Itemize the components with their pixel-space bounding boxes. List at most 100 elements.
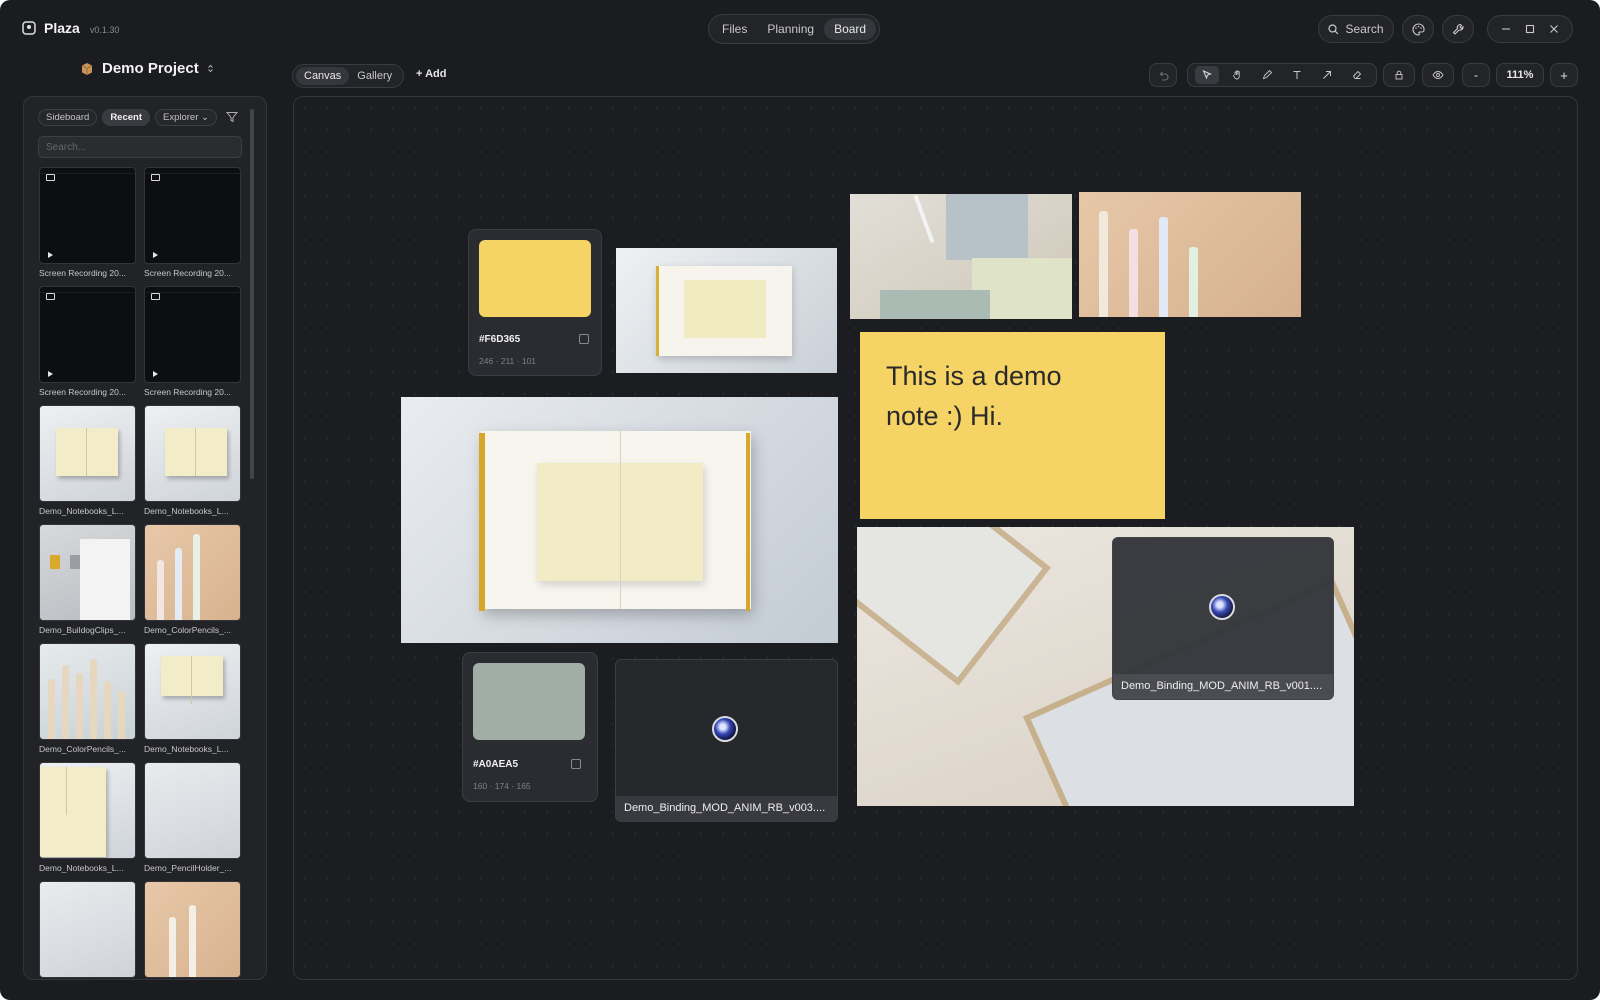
asset-item[interactable]: Demo_BuildogClips_... xyxy=(39,524,136,643)
close-icon[interactable] xyxy=(1549,24,1559,34)
recording-thumbnail xyxy=(39,167,136,264)
swatch-hex: #F6D365 xyxy=(479,334,521,345)
color-swatch xyxy=(479,240,591,317)
asset-label: Demo_ColorPencils_... xyxy=(144,625,231,635)
wrench-icon xyxy=(1452,23,1464,35)
tab-recent[interactable]: Recent xyxy=(102,109,150,126)
note-line-2: note :) Hi. xyxy=(886,401,1004,431)
lock-button[interactable] xyxy=(1383,63,1415,87)
undo-button[interactable] xyxy=(1149,63,1177,87)
open-notebook-image[interactable] xyxy=(401,397,838,643)
tab-files[interactable]: Files xyxy=(712,18,757,40)
film-icon xyxy=(151,293,160,300)
notebook-thumbnail xyxy=(144,643,241,740)
asset-label: Demo_Notebooks_L... xyxy=(144,744,229,754)
asset-item[interactable]: Screen Recording 20... xyxy=(39,167,136,286)
plaza-logo-icon xyxy=(22,21,36,35)
video-card[interactable]: Demo_Binding_MOD_ANIM_RB_v001.... xyxy=(1112,537,1334,700)
notebook-image[interactable] xyxy=(616,248,837,373)
notebook-thumbnail xyxy=(39,762,136,859)
asset-label: Demo_Notebooks_L... xyxy=(39,506,124,516)
sidebar-scrollbar[interactable] xyxy=(250,109,254,479)
asset-item[interactable]: Demo_PencilHolder_... xyxy=(144,762,241,881)
asset-item[interactable]: Demo_Notebooks_L... xyxy=(39,405,136,524)
copy-icon[interactable] xyxy=(571,759,581,769)
color-swatch-card[interactable]: #A0AEA5 160 · 174 · 165 xyxy=(462,652,598,802)
brand: Plaza v0.1.30 xyxy=(22,20,119,36)
play-icon xyxy=(153,252,158,258)
pencils-thumbnail xyxy=(144,881,241,978)
chevron-down-icon: ⌄ xyxy=(201,112,209,123)
text-icon xyxy=(1293,71,1301,79)
cinema4d-icon xyxy=(1209,594,1235,620)
search-button[interactable]: Search xyxy=(1318,15,1394,43)
film-icon xyxy=(46,293,55,300)
preview-button[interactable] xyxy=(1422,63,1454,87)
sidebar-tabs: Sideboard Recent Explorer ⌄ xyxy=(38,109,217,126)
asset-label: Demo_PencilHolder_... xyxy=(144,863,232,873)
asset-item[interactable] xyxy=(39,881,136,979)
hand-tool[interactable] xyxy=(1225,66,1249,84)
recording-thumbnail xyxy=(144,286,241,383)
sidebar-search-input[interactable] xyxy=(38,136,242,158)
asset-item[interactable]: Screen Recording 20... xyxy=(144,167,241,286)
tab-gallery[interactable]: Gallery xyxy=(349,67,400,85)
cards-image[interactable] xyxy=(850,194,1072,319)
asset-label: Demo_Notebooks_L... xyxy=(39,863,124,873)
arrow-tool[interactable] xyxy=(1315,66,1339,84)
holder-thumbnail xyxy=(144,762,241,859)
add-button[interactable]: + Add xyxy=(416,68,446,80)
play-icon xyxy=(153,371,158,377)
color-swatch-card[interactable]: #F6D365 246 · 211 · 101 xyxy=(468,229,602,376)
sticky-note[interactable]: This is a demo note :) Hi. xyxy=(860,332,1165,519)
tools-group xyxy=(1187,63,1377,87)
window-controls xyxy=(1487,15,1573,43)
asset-label: Demo_Notebooks_L... xyxy=(144,506,229,516)
asset-item[interactable]: Screen Recording 20... xyxy=(144,286,241,405)
select-tool[interactable] xyxy=(1195,66,1219,84)
zoom-in-button[interactable]: + xyxy=(1550,63,1578,87)
maximize-icon[interactable] xyxy=(1525,24,1535,34)
video-label: Demo_Binding_MOD_ANIM_RB_v001.... xyxy=(1113,674,1333,699)
text-tool[interactable] xyxy=(1285,66,1309,84)
board-canvas[interactable]: #F6D365 246 · 211 · 101 This is a demo n… xyxy=(293,96,1578,980)
minimize-icon[interactable] xyxy=(1501,24,1511,34)
explorer-label: Explorer xyxy=(163,112,199,123)
eraser-icon xyxy=(1352,70,1362,79)
video-card[interactable]: Demo_Binding_MOD_ANIM_RB_v003.... xyxy=(615,659,838,822)
asset-item[interactable]: Demo_ColorPencils_... xyxy=(144,524,241,643)
play-icon xyxy=(48,252,53,258)
asset-item[interactable]: Screen Recording 20... xyxy=(39,286,136,405)
video-label: Demo_Binding_MOD_ANIM_RB_v003.... xyxy=(616,796,837,821)
pen-tool[interactable] xyxy=(1255,66,1279,84)
pencils-image[interactable] xyxy=(1079,192,1301,317)
asset-item[interactable]: Demo_Notebooks_L... xyxy=(144,405,241,524)
asset-item[interactable] xyxy=(144,881,241,979)
tab-sideboard[interactable]: Sideboard xyxy=(38,109,98,126)
hand-icon xyxy=(1233,70,1240,80)
asset-item[interactable]: Demo_Notebooks_L... xyxy=(39,762,136,881)
tab-explorer[interactable]: Explorer ⌄ xyxy=(155,109,217,126)
tab-canvas[interactable]: Canvas xyxy=(296,67,350,85)
tab-board[interactable]: Board xyxy=(824,18,877,40)
notebook-thumbnail xyxy=(39,405,136,502)
undo-icon xyxy=(1159,71,1168,81)
palette-button[interactable] xyxy=(1402,15,1434,43)
filter-icon[interactable] xyxy=(224,109,240,125)
search-icon xyxy=(1328,23,1339,34)
zoom-out-button[interactable]: - xyxy=(1462,63,1490,87)
holder-thumbnail xyxy=(39,881,136,978)
asset-item[interactable]: Demo_ColorPencils_... xyxy=(39,643,136,762)
tab-planning[interactable]: Planning xyxy=(757,18,824,40)
eraser-tool[interactable] xyxy=(1345,66,1369,84)
zoom-level[interactable]: 111% xyxy=(1496,63,1544,87)
asset-label: Screen Recording 20... xyxy=(39,387,126,397)
project-selector[interactable]: Demo Project xyxy=(80,60,214,77)
asset-item[interactable]: Demo_Notebooks_L... xyxy=(144,643,241,762)
recording-thumbnail xyxy=(144,167,241,264)
chevron-updown-icon xyxy=(207,64,213,73)
copy-icon[interactable] xyxy=(579,334,589,344)
swatch-hex: #A0AEA5 xyxy=(473,759,519,770)
settings-button[interactable] xyxy=(1442,15,1474,43)
view-switch: Canvas Gallery xyxy=(292,64,405,88)
